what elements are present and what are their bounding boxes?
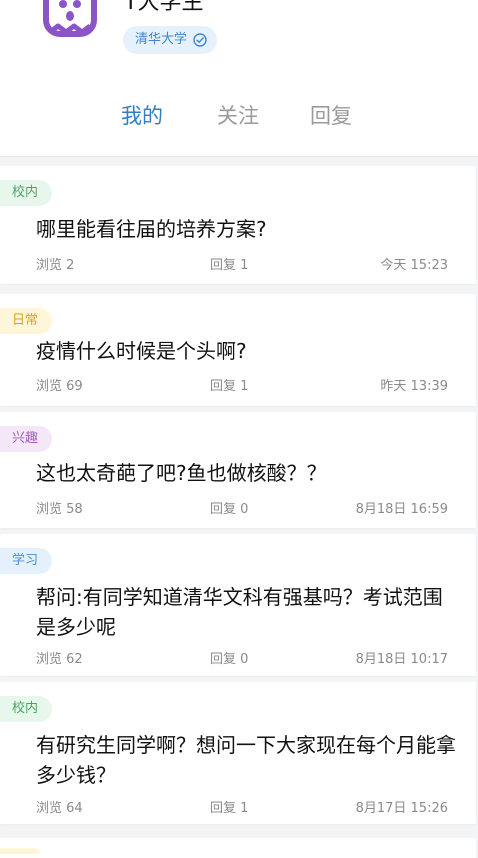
post-meta: 浏览 2 回复 1 今天 15:23	[0, 254, 476, 273]
username: T大学生	[124, 0, 204, 15]
post-title[interactable]: 这也太奇葩了吧?鱼也做核酸？？	[36, 458, 456, 488]
post-meta: 浏览 69 回复 1 昨天 13:39	[0, 375, 476, 394]
post-tag: 校内	[0, 180, 53, 206]
post-tag: 校内	[0, 696, 53, 722]
view-count: 浏览 69	[36, 379, 83, 394]
reply-count: 回复 0	[210, 652, 249, 667]
post-card[interactable]: 兴趣 这也太奇葩了吧?鱼也做核酸？？ 浏览 58 回复 0 8月18日 16:5…	[0, 412, 476, 528]
reply-count: 回复 1	[210, 379, 249, 394]
tab-following[interactable]: 关注	[217, 96, 259, 136]
post-tag: 兴趣	[0, 426, 53, 452]
post-title[interactable]: 有研究生同学啊？想问一下大家现在每个月能拿多少钱？	[36, 730, 456, 790]
reply-count: 回复 1	[210, 258, 249, 273]
view-count: 浏览 58	[36, 502, 83, 517]
post-title[interactable]: 哪里能看往届的培养方案?	[36, 214, 456, 244]
post-time: 今天 15:23	[380, 258, 448, 273]
view-count: 浏览 64	[36, 801, 83, 816]
tab-bar: 我的 关注 回复	[0, 96, 478, 136]
tab-replies[interactable]: 回复	[310, 96, 352, 136]
post-tag: 日常	[0, 308, 53, 334]
post-card[interactable]: 校内 有研究生同学啊？想问一下大家现在每个月能拿多少钱？ 浏览 64 回复 1 …	[0, 682, 476, 824]
post-meta: 浏览 58 回复 0 8月18日 16:59	[0, 498, 476, 517]
post-meta: 浏览 62 回复 0 8月18日 10:17	[0, 648, 476, 667]
reply-count: 回复 1	[210, 801, 249, 816]
next-post-card-peek	[0, 838, 476, 858]
post-time: 昨天 13:39	[380, 379, 448, 394]
post-title[interactable]: 疫情什么时候是个头啊?	[36, 336, 456, 366]
post-tag: 学习	[0, 548, 53, 574]
post-time: 8月18日 10:17	[355, 652, 448, 667]
reply-count: 回复 0	[210, 502, 249, 517]
school-name: 清华大学	[135, 32, 188, 47]
profile-header: T大学生 清华大学 我的 关注 回复	[0, 0, 478, 157]
post-card[interactable]: 校内 哪里能看往届的培养方案? 浏览 2 回复 1 今天 15:23	[0, 166, 476, 284]
post-time: 8月18日 16:59	[355, 502, 448, 517]
school-badge: 清华大学	[123, 26, 218, 54]
post-card[interactable]: 学习 帮问:有同学知道清华文科有强基吗？考试范围是多少呢 浏览 62 回复 0 …	[0, 534, 476, 676]
post-meta: 浏览 64 回复 1 8月17日 15:26	[0, 797, 476, 816]
view-count: 浏览 2	[36, 258, 75, 273]
next-post-tag-peek	[0, 848, 40, 854]
post-time: 8月17日 15:26	[355, 801, 448, 816]
view-count: 浏览 62	[36, 652, 83, 667]
tab-mine[interactable]: 我的	[121, 96, 163, 136]
verified-check-icon	[193, 33, 207, 47]
post-card[interactable]: 日常 疫情什么时候是个头啊? 浏览 69 回复 1 昨天 13:39	[0, 294, 476, 406]
post-title[interactable]: 帮问:有同学知道清华文科有强基吗？考试范围是多少呢	[36, 582, 456, 642]
ghost-avatar-icon[interactable]	[40, 0, 100, 46]
